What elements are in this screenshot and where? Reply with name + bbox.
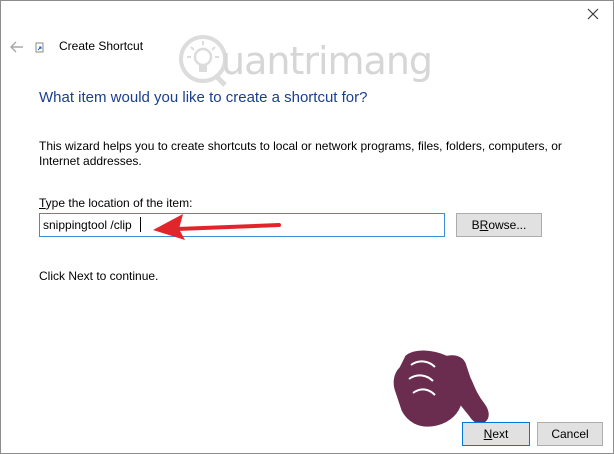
close-icon bbox=[587, 8, 599, 20]
text-caret bbox=[140, 217, 141, 232]
browse-label-start: B bbox=[471, 218, 480, 232]
red-arrow-annotation-icon bbox=[153, 214, 281, 240]
continue-text: Click Next to continue. bbox=[39, 269, 159, 283]
wizard-description: This wizard helps you to create shortcut… bbox=[39, 139, 562, 168]
back-arrow-icon bbox=[10, 41, 23, 53]
watermark-text: uantrimang bbox=[221, 39, 433, 83]
watermark-logo: uantrimang bbox=[177, 29, 439, 93]
browse-label-hotkey: R bbox=[479, 218, 489, 232]
next-label-hotkey: N bbox=[483, 427, 493, 441]
browse-label-end: owse... bbox=[488, 218, 527, 232]
shortcut-app-icon bbox=[35, 42, 44, 53]
wizard-heading: What item would you like to create a sho… bbox=[39, 89, 368, 106]
back-button[interactable] bbox=[7, 37, 27, 57]
browse-button[interactable]: B Rowse... bbox=[456, 213, 542, 237]
create-shortcut-window: Create Shortcut uantrimang What item wou… bbox=[0, 0, 614, 454]
next-button[interactable]: Next bbox=[462, 422, 530, 446]
next-label-text: ext bbox=[492, 427, 509, 441]
window-title: Create Shortcut bbox=[59, 39, 144, 53]
title-bar bbox=[1, 1, 613, 31]
location-label-hotkey: T bbox=[39, 196, 46, 210]
cancel-button[interactable]: Cancel bbox=[537, 422, 603, 446]
close-button[interactable] bbox=[579, 3, 607, 25]
